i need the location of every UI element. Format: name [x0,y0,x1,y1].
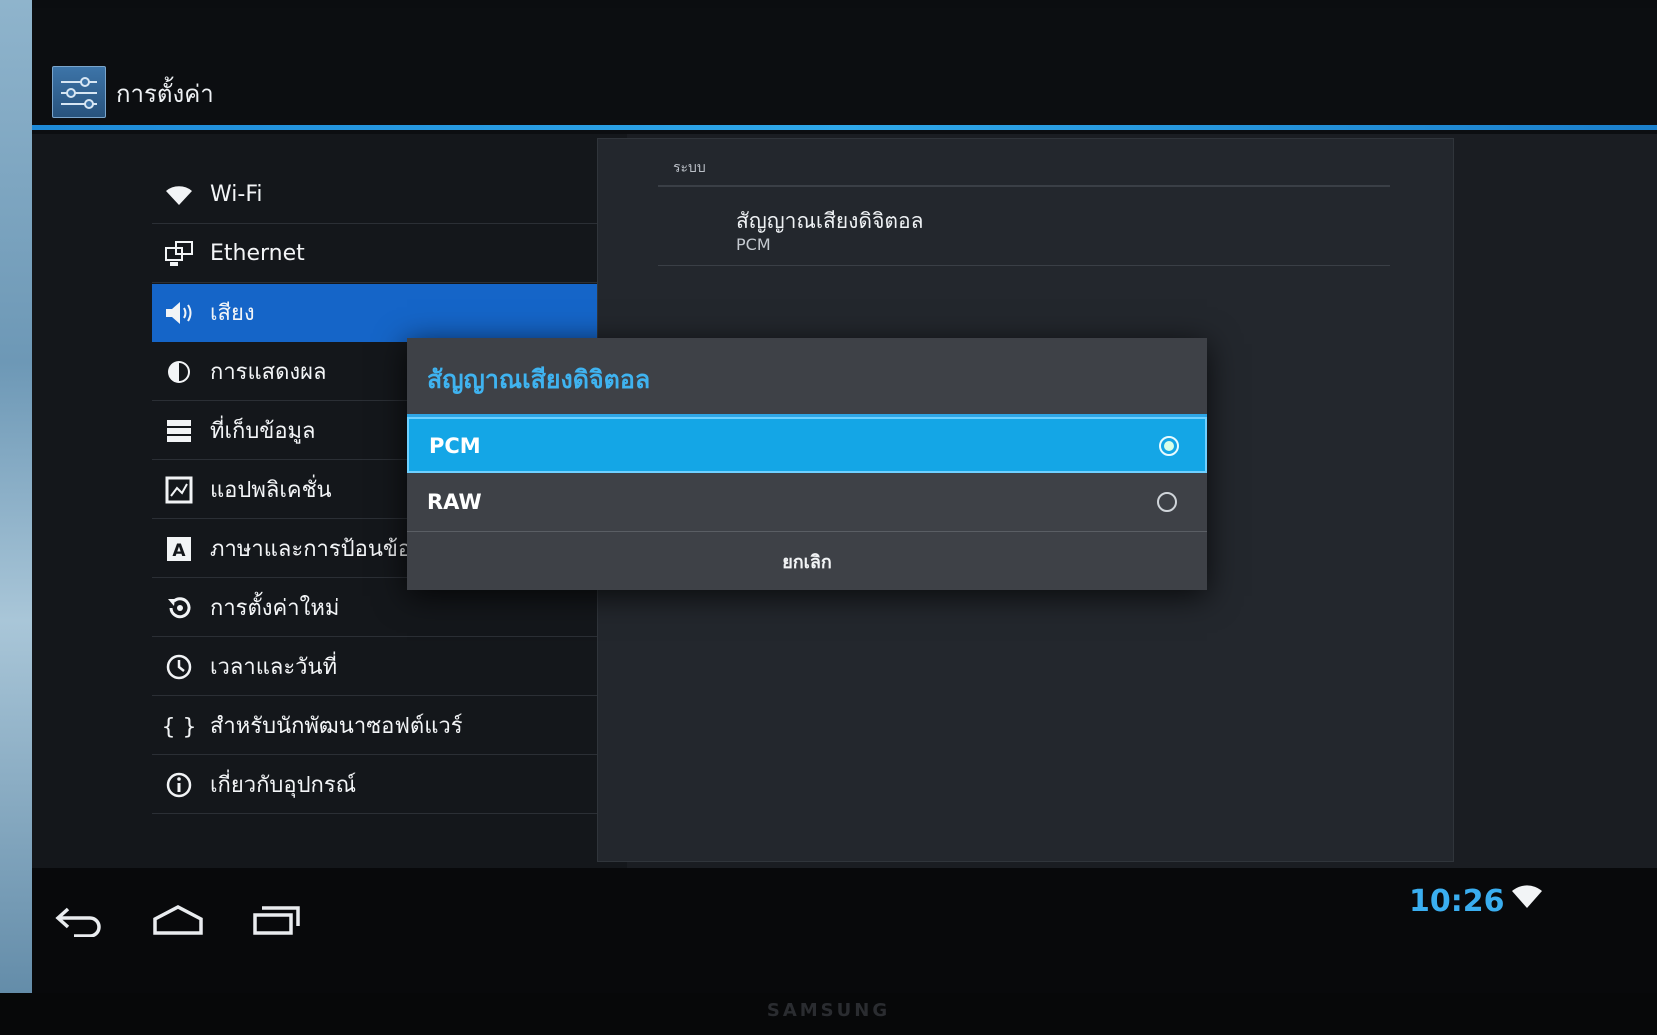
nav-label: Wi-Fi [210,182,263,207]
nav-item-developer[interactable]: { } สำหรับนักพัฒนาซอฟต์แวร์ [152,697,627,755]
nav-label: Ethernet [210,241,305,266]
reset-icon [162,591,196,625]
wifi-icon [162,178,196,212]
option-label: RAW [427,490,482,514]
nav-label: เกี่ยวกับอุปกรณ์ [210,773,357,798]
svg-text:A: A [172,541,186,561]
nav-label: การแสดงผล [210,360,327,385]
radio-checked[interactable] [1159,436,1179,456]
nav-label: เสียง [210,301,255,326]
storage-icon [162,414,196,448]
section-header: ระบบ [673,160,706,176]
wifi-signal-icon [1510,882,1544,914]
option-label: PCM [429,434,481,458]
brightness-icon [162,355,196,389]
ethernet-icon [162,237,196,271]
option-raw[interactable]: RAW [407,475,1207,531]
clock-icon [162,650,196,684]
action-bar-divider [32,125,1657,130]
speaker-icon [162,296,196,330]
screen: การตั้งค่า Wi-Fi Ethernet เสียง การแสดงผ… [32,8,1657,993]
tv-bezel-left [0,0,32,1035]
back-icon[interactable] [54,903,104,941]
status-clock: 10:26 [1409,884,1505,919]
option-pcm[interactable]: PCM [407,417,1207,473]
svg-text:{ }: { } [164,715,194,740]
pref-divider [658,265,1390,266]
digital-audio-dialog: สัญญาณเสียงดิจิตอล PCM RAW ยกเลิก [407,338,1207,590]
nav-item-about[interactable]: เกี่ยวกับอุปกรณ์ [152,756,627,814]
language-icon: A [162,532,196,566]
pref-summary: PCM [736,235,771,254]
nav-item-wifi[interactable]: Wi-Fi [152,166,627,224]
system-bar: 10:26 [32,868,1657,993]
tv-brand-logo: SAMSUNG [766,1000,891,1021]
nav-label: ที่เก็บข้อมูล [210,419,316,444]
nav-item-ethernet[interactable]: Ethernet [152,225,627,283]
app-title: การตั้งค่า [116,80,214,108]
section-divider [658,185,1390,187]
action-bar: การตั้งค่า [32,8,1657,134]
radio-unchecked[interactable] [1157,492,1177,512]
nav-item-date-time[interactable]: เวลาและวันที่ [152,638,627,696]
info-icon [162,768,196,802]
nav-label: ภาษาและการป้อนข้อ [210,537,412,562]
settings-sliders-icon[interactable] [52,66,106,118]
dialog-title: สัญญาณเสียงดิจิตอล [427,365,651,394]
cancel-button[interactable]: ยกเลิก [407,532,1207,590]
pref-title: สัญญาณเสียงดิจิตอล [736,209,924,233]
nav-label: สำหรับนักพัฒนาซอฟต์แวร์ [210,714,463,739]
nav-item-sound[interactable]: เสียง [152,284,627,342]
nav-label: เวลาและวันที่ [210,655,338,680]
apps-icon [162,473,196,507]
nav-label: การตั้งค่าใหม่ [210,596,340,621]
recent-apps-icon[interactable] [252,903,302,941]
developer-braces-icon: { } [162,709,196,743]
home-icon[interactable] [152,903,204,941]
nav-label: แอปพลิเคชั่น [210,478,332,503]
